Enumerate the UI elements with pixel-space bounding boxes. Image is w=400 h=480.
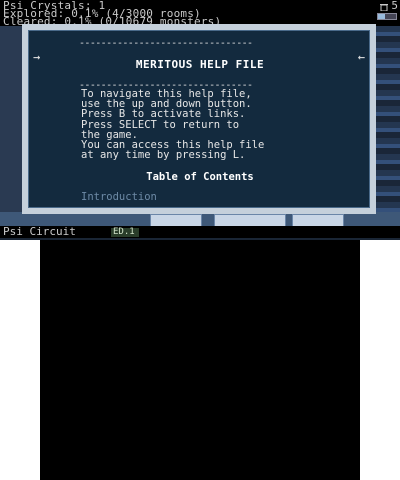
lives-count: 5 — [391, 0, 398, 12]
link-introduction[interactable]: Introduction — [81, 191, 157, 203]
divider-top: -------------------------------- — [79, 39, 253, 49]
help-dialog: → ← -------------------------------- MER… — [22, 24, 376, 214]
help-body-text: To navigate this help file, use the up a… — [81, 88, 265, 162]
trash-icon — [380, 4, 388, 11]
help-dialog-panel: → ← -------------------------------- MER… — [28, 30, 370, 208]
help-title: MERITOUS HELP FILE — [135, 58, 265, 71]
bottom-screen — [40, 240, 360, 480]
ed-badge: ED.1 — [111, 228, 139, 237]
status-hud: Psi Crystals: 1 Explored: 0.1% (4/3000 r… — [0, 0, 400, 27]
psi-circuit-title: Psi Circuit — [3, 225, 76, 238]
toc-heading: Table of Contents — [146, 171, 254, 183]
top-screen: Psi Crystals: 1 Explored: 0.1% (4/3000 r… — [0, 0, 400, 240]
energy-bar — [377, 13, 397, 20]
